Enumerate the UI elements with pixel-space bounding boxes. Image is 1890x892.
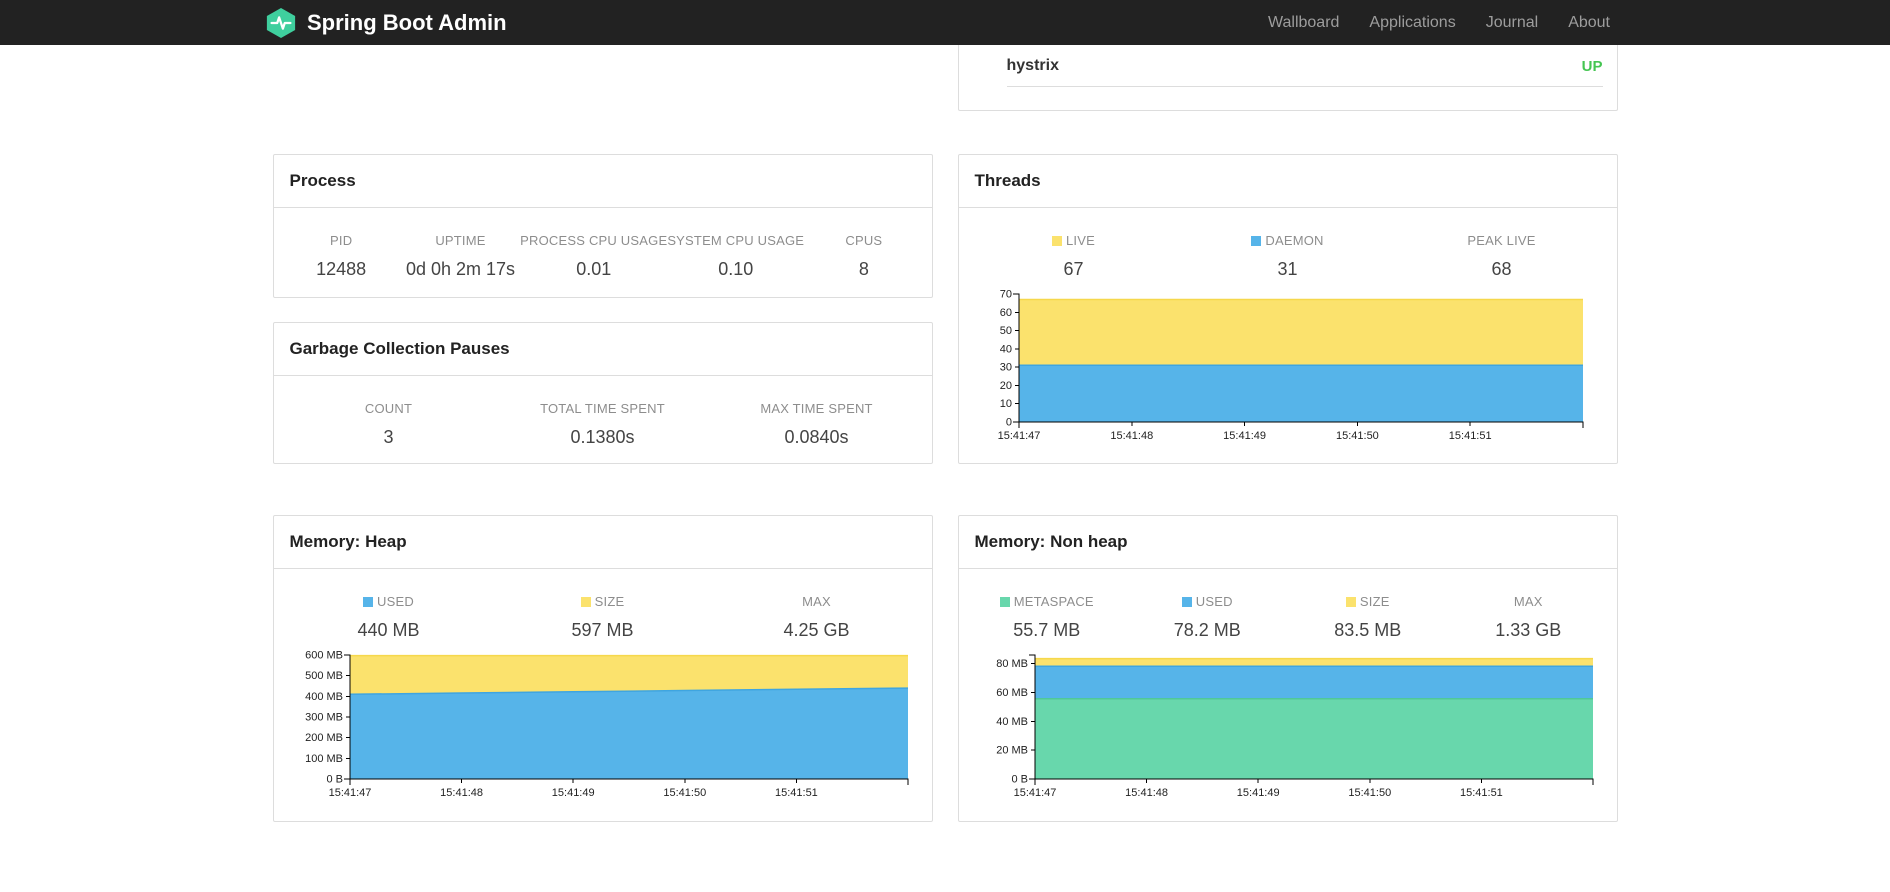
- memory-heap-panel: Memory: Heap USED 440 MB SIZE 597 MB MAX…: [272, 515, 933, 822]
- legend-nonheap-max: MAX 1.33 GB: [1495, 594, 1562, 640]
- nav-item-wallboard[interactable]: Wallboard: [1253, 14, 1354, 32]
- svg-text:15:41:48: 15:41:48: [1125, 787, 1168, 799]
- svg-text:60: 60: [999, 307, 1011, 319]
- stat-pid: PID 12488: [316, 233, 367, 279]
- svg-text:15:41:51: 15:41:51: [1448, 430, 1491, 442]
- svg-text:0: 0: [1005, 417, 1011, 429]
- svg-text:15:41:49: 15:41:49: [1236, 787, 1279, 799]
- legend-heap-max: MAX 4.25 GB: [783, 594, 850, 640]
- brand-link[interactable]: Spring Boot Admin: [265, 7, 507, 39]
- application-status-panel: hystrix UP: [957, 45, 1618, 111]
- memory-nonheap-legend: METASPACE 55.7 MB USED 78.2 MB SIZE 83.5…: [959, 569, 1617, 641]
- svg-text:60 MB: 60 MB: [996, 687, 1028, 699]
- svg-text:300 MB: 300 MB: [305, 712, 343, 724]
- memory-heap-panel-title: Memory: Heap: [273, 516, 932, 569]
- svg-text:15:41:51: 15:41:51: [774, 787, 817, 799]
- right-column: hystrix UP Threads LIVE 67 DAEMON 31 PEA…: [957, 45, 1618, 822]
- svg-text:15:41:47: 15:41:47: [997, 430, 1040, 442]
- legend-heap-size: SIZE 597 MB: [571, 594, 634, 640]
- threads-chart: 0 10 20 30 40 50 60 70 15:41:47 15:41:48 15:41:49 1…: [997, 289, 1583, 442]
- application-status-badge: UP: [1581, 57, 1603, 75]
- process-panel-title: Process: [273, 155, 932, 208]
- threads-legend: LIVE 67 DAEMON 31 PEAK LIVE 68: [959, 208, 1617, 280]
- svg-text:10: 10: [999, 398, 1011, 410]
- svg-text:50: 50: [999, 325, 1011, 337]
- stat-gc-count: COUNT 3: [364, 401, 413, 447]
- main-content: Process PID 12488 UPTIME 0d 0h 2m 17s PR…: [272, 45, 1618, 822]
- svg-text:500 MB: 500 MB: [305, 670, 343, 682]
- top-navbar: Spring Boot Admin Wallboard Applications…: [0, 0, 1890, 45]
- stat-cpus: CPUS 8: [845, 233, 883, 279]
- svg-text:0 B: 0 B: [1011, 774, 1028, 786]
- stat-process-cpu-usage: PROCESS CPU USAGE 0.01: [520, 233, 668, 279]
- stat-gc-total-time: TOTAL TIME SPENT 0.1380s: [540, 401, 665, 447]
- svg-text:15:41:49: 15:41:49: [551, 787, 594, 799]
- svg-text:15:41:50: 15:41:50: [663, 787, 706, 799]
- memory-nonheap-panel: Memory: Non heap METASPACE 55.7 MB USED …: [957, 515, 1618, 822]
- process-panel: Process PID 12488 UPTIME 0d 0h 2m 17s PR…: [272, 154, 933, 298]
- legend-swatch-metaspace-icon: [999, 597, 1010, 607]
- svg-text:30: 30: [999, 362, 1011, 374]
- svg-text:20: 20: [999, 380, 1011, 392]
- gc-stats: COUNT 3 TOTAL TIME SPENT 0.1380s MAX TIM…: [274, 376, 932, 448]
- svg-text:100 MB: 100 MB: [305, 753, 343, 765]
- legend-nonheap-size: SIZE 83.5 MB: [1334, 594, 1402, 640]
- svg-text:0 B: 0 B: [326, 774, 343, 786]
- left-column: Process PID 12488 UPTIME 0d 0h 2m 17s PR…: [272, 45, 933, 822]
- legend-nonheap-used: USED 78.2 MB: [1173, 594, 1241, 640]
- legend-swatch-nonheap-size-icon: [1345, 597, 1356, 607]
- legend-heap-used: USED 440 MB: [357, 594, 420, 640]
- svg-text:80 MB: 80 MB: [996, 658, 1028, 670]
- svg-text:15:41:47: 15:41:47: [328, 787, 371, 799]
- nav-links: Wallboard Applications Journal About: [1253, 14, 1625, 32]
- svg-text:20 MB: 20 MB: [996, 745, 1028, 757]
- nav-item-about[interactable]: About: [1553, 14, 1625, 32]
- svg-text:70: 70: [999, 289, 1011, 301]
- garbage-collection-panel: Garbage Collection Pauses COUNT 3 TOTAL …: [272, 322, 933, 464]
- svg-text:40 MB: 40 MB: [996, 716, 1028, 728]
- legend-threads-daemon: DAEMON 31: [1181, 233, 1395, 280]
- memory-heap-chart: 0 B 100 MB 200 MB 300 MB 400 MB 500 MB 600 MB 1…: [305, 650, 908, 799]
- stat-gc-max-time: MAX TIME SPENT 0.0840s: [760, 401, 873, 447]
- svg-text:15:41:50: 15:41:50: [1348, 787, 1391, 799]
- threads-panel-title: Threads: [958, 155, 1617, 208]
- stat-system-cpu-usage: SYSTEM CPU USAGE 0.10: [667, 233, 805, 279]
- svg-text:15:41:48: 15:41:48: [440, 787, 483, 799]
- legend-swatch-size-icon: [580, 597, 591, 607]
- memory-nonheap-chart: 0 B 20 MB 40 MB 60 MB 80 MB 15:41:47 15:41:48 1…: [996, 654, 1593, 799]
- nav-item-journal[interactable]: Journal: [1471, 14, 1553, 32]
- svg-text:15:41:49: 15:41:49: [1223, 430, 1266, 442]
- svg-text:15:41:47: 15:41:47: [1013, 787, 1056, 799]
- svg-text:15:41:48: 15:41:48: [1110, 430, 1153, 442]
- svg-text:600 MB: 600 MB: [305, 650, 343, 662]
- legend-swatch-daemon-icon: [1251, 236, 1262, 246]
- svg-text:200 MB: 200 MB: [305, 732, 343, 744]
- legend-threads-peak-live: PEAK LIVE 68: [1467, 233, 1536, 279]
- legend-swatch-live-icon: [1052, 236, 1062, 246]
- svg-text:40: 40: [999, 343, 1011, 355]
- gc-panel-title: Garbage Collection Pauses: [273, 323, 932, 376]
- memory-heap-legend: USED 440 MB SIZE 597 MB MAX 4.25 GB: [274, 569, 932, 641]
- legend-swatch-nonheap-used-icon: [1181, 597, 1192, 607]
- legend-threads-live: LIVE 67: [967, 233, 1181, 280]
- application-name: hystrix: [1006, 57, 1059, 74]
- svg-text:15:41:51: 15:41:51: [1459, 787, 1502, 799]
- application-row[interactable]: hystrix UP: [1006, 45, 1603, 87]
- stat-uptime: UPTIME 0d 0h 2m 17s: [405, 233, 516, 279]
- legend-nonheap-metaspace: METASPACE 55.7 MB: [967, 594, 1128, 641]
- legend-swatch-used-icon: [363, 597, 374, 607]
- svg-text:15:41:50: 15:41:50: [1335, 430, 1378, 442]
- navbar-inner: Spring Boot Admin Wallboard Applications…: [265, 0, 1625, 45]
- nav-item-applications[interactable]: Applications: [1354, 14, 1470, 32]
- spring-boot-admin-logo-icon: [266, 7, 296, 38]
- process-stats: PID 12488 UPTIME 0d 0h 2m 17s PROCESS CP…: [274, 208, 932, 280]
- brand-title: Spring Boot Admin: [307, 9, 507, 35]
- threads-panel: Threads LIVE 67 DAEMON 31 PEAK LIVE 68 0…: [957, 154, 1618, 464]
- memory-nonheap-panel-title: Memory: Non heap: [958, 516, 1617, 569]
- svg-text:400 MB: 400 MB: [305, 691, 343, 703]
